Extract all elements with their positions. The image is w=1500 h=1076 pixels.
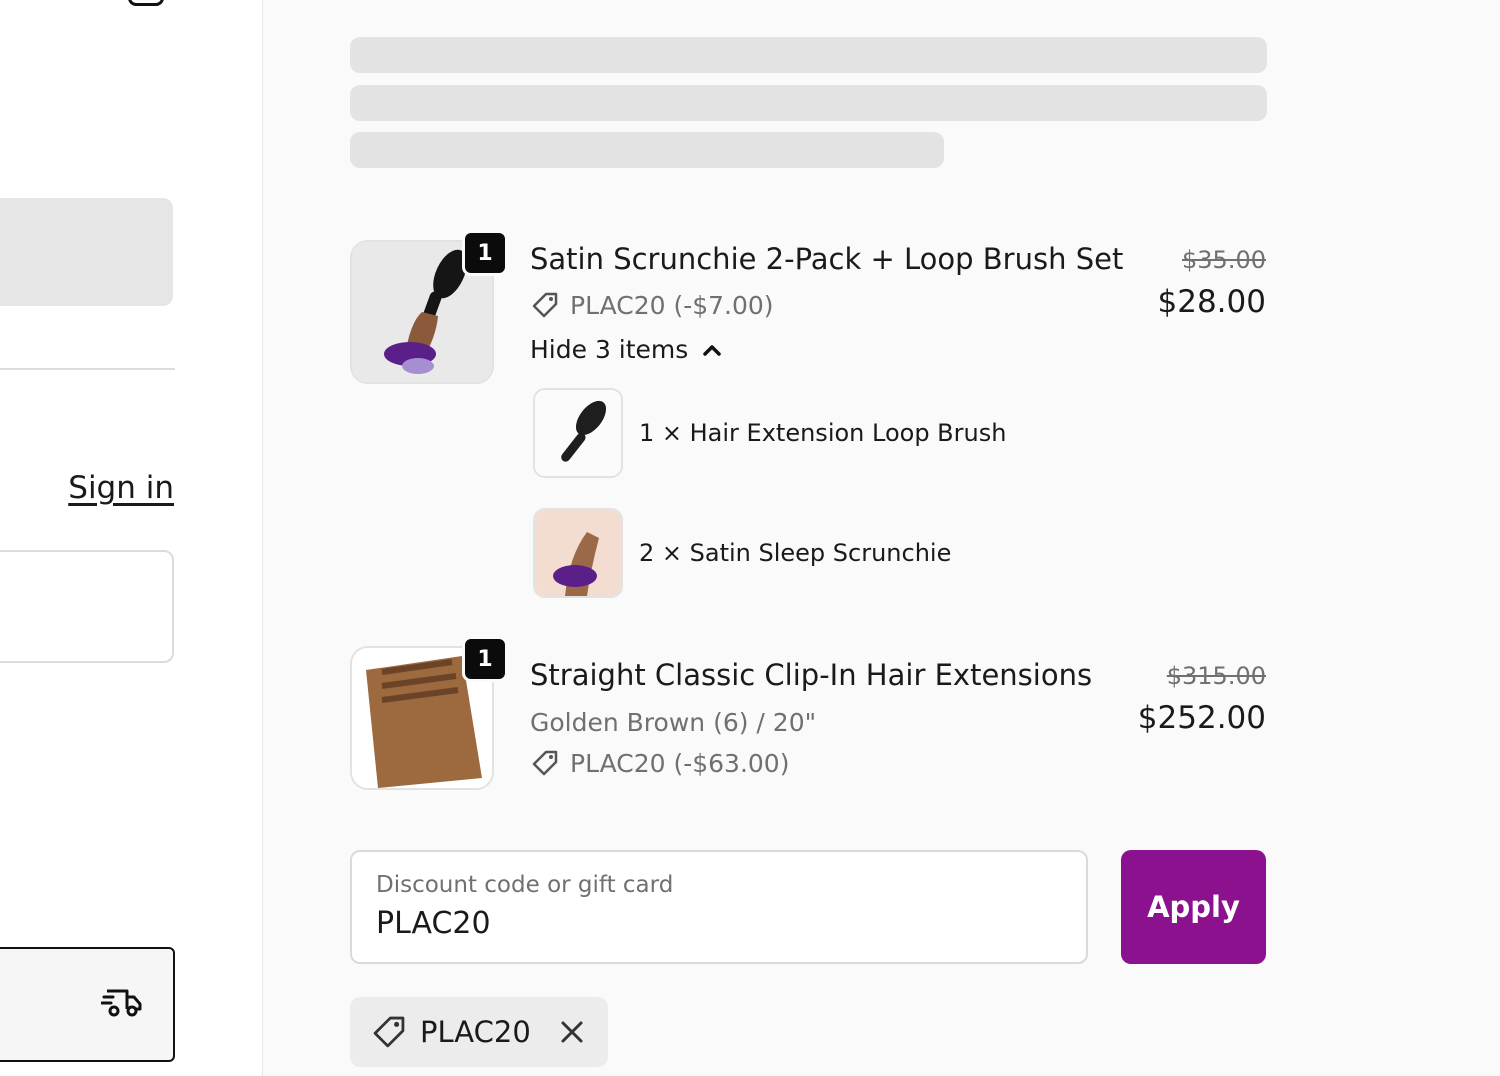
- line-item: 1 Satin Scrunchie 2-Pack + Loop Brush Se…: [350, 230, 1266, 610]
- original-price: $35.00: [1182, 246, 1266, 274]
- discount-line: PLAC20 (-$63.00): [530, 748, 789, 778]
- tag-icon: [532, 292, 558, 318]
- quantity-badge: 1: [462, 230, 508, 276]
- bundle-item: 1 × Hair Extension Loop Brush: [533, 388, 1006, 478]
- bundle-toggle-label: Hide 3 items: [530, 335, 689, 364]
- close-icon: [561, 1021, 583, 1043]
- discount-code-label: PLAC20 (-$7.00): [570, 290, 774, 320]
- line-item: 1 Straight Classic Clip-In Hair Extensio…: [350, 636, 1266, 796]
- final-price: $28.00: [1157, 284, 1266, 320]
- brush-image: [533, 388, 623, 478]
- cart-icon[interactable]: [128, 0, 164, 6]
- bundle-toggle[interactable]: Hide 3 items: [530, 335, 722, 364]
- loading-skeleton-line: [350, 37, 1267, 73]
- bundle-item: 2 × Satin Sleep Scrunchie: [533, 508, 951, 598]
- applied-code-label: PLAC20: [420, 1015, 531, 1049]
- sign-in-link[interactable]: Sign in: [68, 470, 174, 506]
- express-checkout-placeholder: [0, 198, 173, 306]
- shipping-option[interactable]: [0, 947, 175, 1062]
- delivery-truck-icon: [101, 989, 142, 1017]
- discount-line: PLAC20 (-$7.00): [530, 290, 774, 320]
- order-summary: 1 Satin Scrunchie 2-Pack + Loop Brush Se…: [263, 0, 1500, 1076]
- remove-discount-button[interactable]: [559, 1019, 585, 1045]
- final-price: $252.00: [1137, 700, 1266, 736]
- checkout-form-column: Sign in: [0, 0, 263, 1076]
- discount-field-value: PLAC20: [376, 906, 491, 941]
- discount-code-label: PLAC20 (-$63.00): [570, 748, 790, 778]
- tag-icon: [532, 750, 558, 776]
- contact-input[interactable]: [0, 550, 174, 663]
- quantity-badge: 1: [462, 636, 508, 682]
- apply-button[interactable]: Apply: [1121, 850, 1266, 964]
- original-price: $315.00: [1166, 662, 1266, 690]
- discount-field-label: Discount code or gift card: [376, 872, 674, 898]
- bundle-item-label: 2 × Satin Sleep Scrunchie: [639, 539, 952, 567]
- variant-label: Golden Brown (6) / 20": [530, 708, 817, 737]
- tag-icon: [373, 1016, 405, 1048]
- discount-code-input[interactable]: Discount code or gift card PLAC20: [350, 850, 1088, 964]
- loading-skeleton-line: [350, 132, 944, 168]
- scrunchie-image: [533, 508, 623, 598]
- product-title: Straight Classic Clip-In Hair Extensions: [530, 658, 1093, 692]
- product-title: Satin Scrunchie 2-Pack + Loop Brush Set: [530, 242, 1124, 276]
- applied-discount-chip: PLAC20: [350, 997, 608, 1067]
- bundle-item-label: 1 × Hair Extension Loop Brush: [639, 419, 1007, 447]
- chevron-up-icon: [703, 344, 722, 356]
- loading-skeleton-line: [350, 85, 1267, 121]
- divider: [0, 368, 175, 370]
